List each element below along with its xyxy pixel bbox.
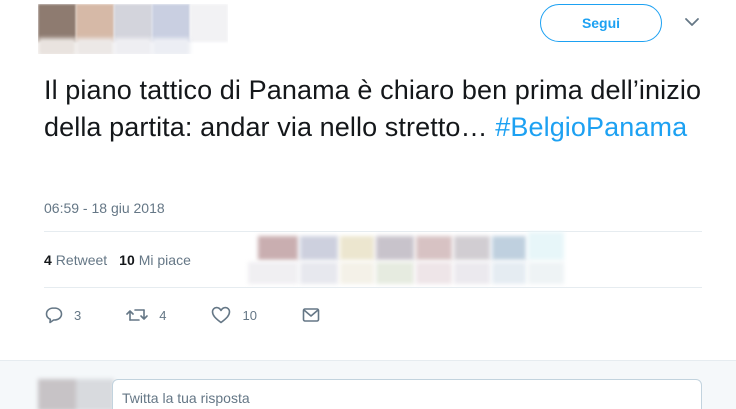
divider (44, 287, 702, 288)
retweet-count: 4 (159, 307, 167, 323)
reply-icon (45, 307, 63, 324)
follow-button[interactable]: Segui (540, 4, 662, 42)
reply-count: 3 (74, 307, 82, 323)
envelope-icon (302, 308, 320, 322)
likes-stat[interactable]: 10 Mi piace (119, 252, 191, 268)
blurred-user-avatar (38, 379, 114, 409)
tweet-timestamp[interactable]: 06:59 - 18 giu 2018 (44, 200, 165, 216)
tweet-stats: 4 Retweet 10 Mi piace (44, 248, 203, 272)
direct-message-action[interactable] (301, 305, 331, 325)
likes-count: 10 (119, 252, 135, 268)
tweet-text: Il piano tattico di Panama è chiaro ben … (44, 72, 704, 146)
tweet-header: Segui (0, 0, 736, 60)
retweet-icon (126, 309, 149, 321)
likes-label: Mi piace (138, 252, 191, 268)
reply-action[interactable]: 3 (44, 305, 81, 325)
retweets-label: Retweet (55, 252, 108, 268)
reply-area: Twitta la tua risposta (0, 360, 736, 409)
reply-input[interactable]: Twitta la tua risposta (112, 379, 702, 409)
follow-button-label: Segui (581, 15, 621, 31)
chevron-down-icon[interactable] (682, 14, 702, 30)
retweets-count: 4 (44, 252, 52, 268)
retweet-action[interactable]: 4 (125, 305, 166, 325)
blurred-liker-avatars[interactable] (238, 230, 568, 292)
retweets-stat[interactable]: 4 Retweet (44, 252, 107, 268)
blurred-avatar-username[interactable] (38, 4, 228, 54)
reply-placeholder: Twitta la tua risposta (122, 390, 250, 406)
hashtag-link[interactable]: #BelgioPanama (495, 112, 687, 142)
heart-icon (212, 306, 231, 324)
like-count: 10 (242, 307, 257, 323)
tweet-actions: 3 4 10 (44, 300, 331, 330)
like-action[interactable]: 10 (210, 305, 257, 325)
